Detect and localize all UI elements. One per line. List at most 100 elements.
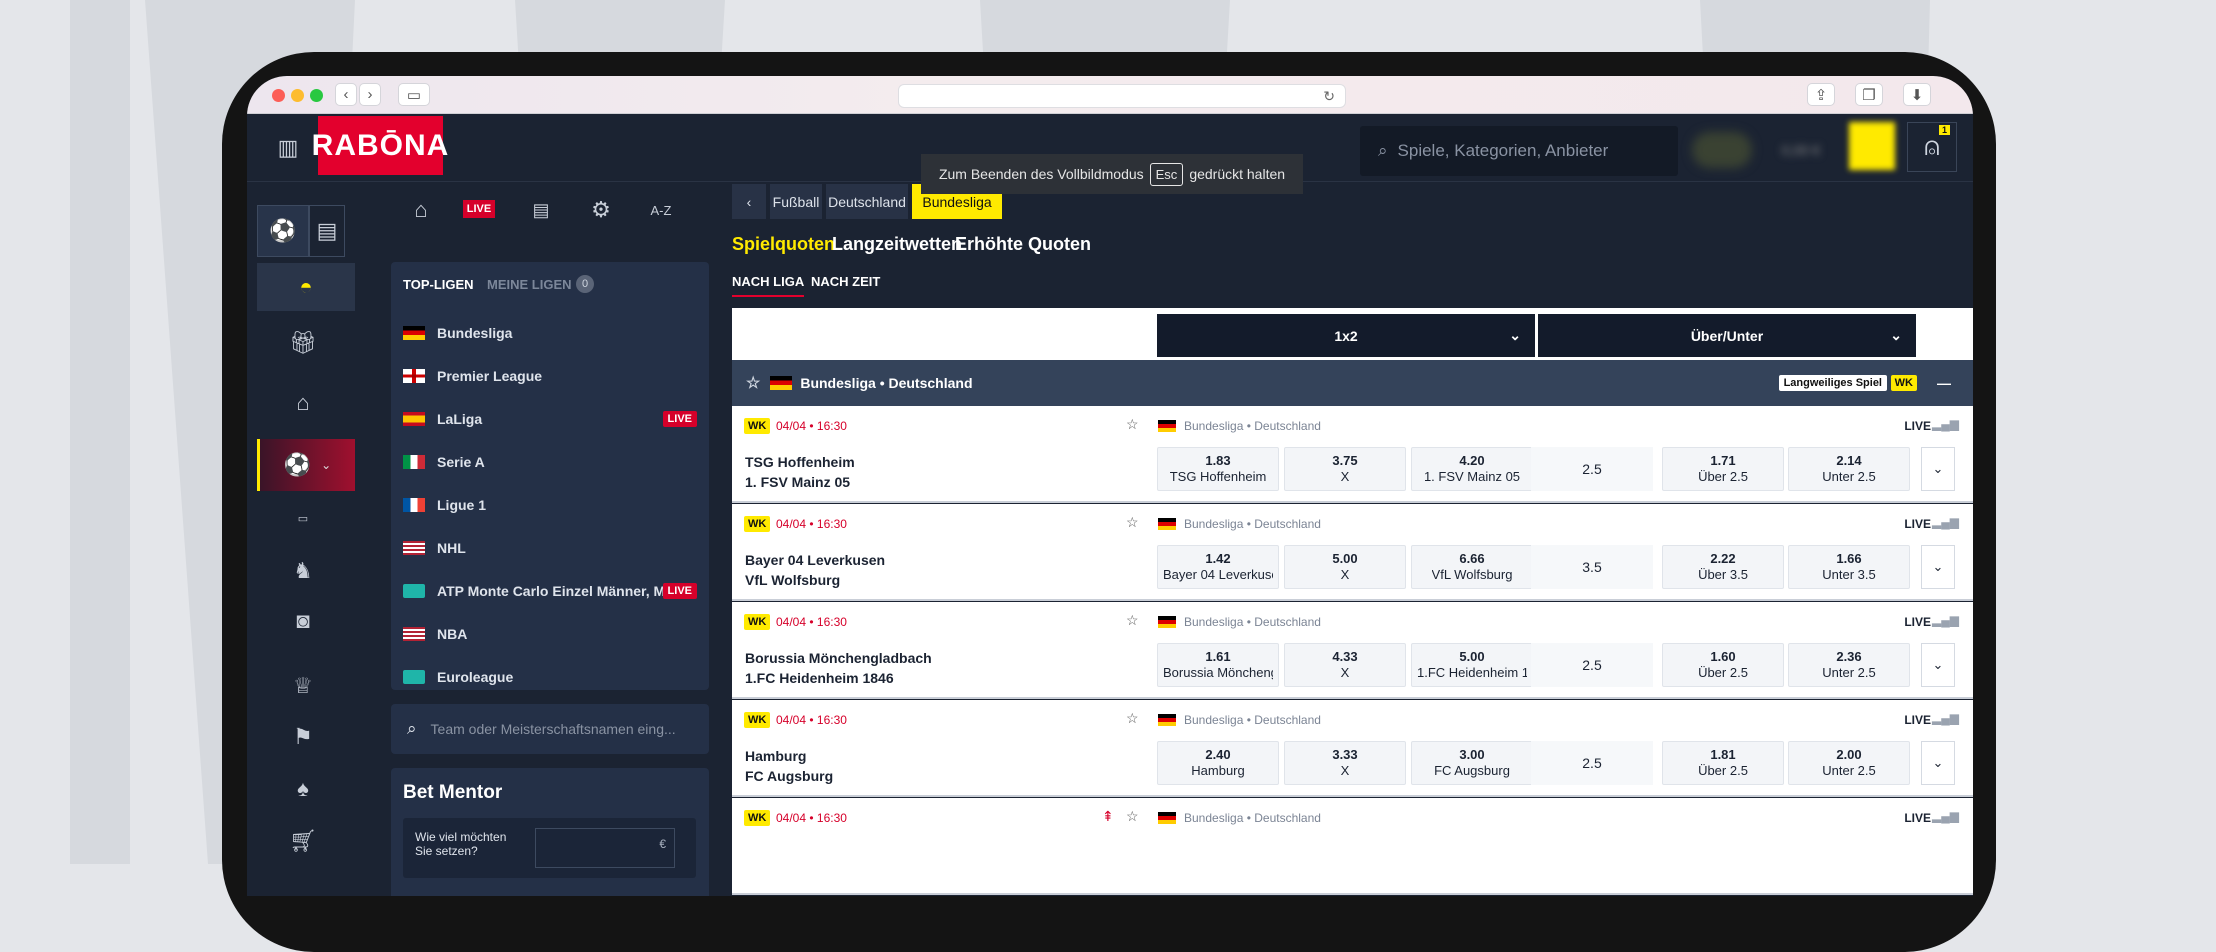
odds-button-away[interactable]: 6.66 VfL Wolfsburg xyxy=(1411,545,1533,589)
back-button[interactable]: ‹ xyxy=(335,83,357,106)
racing-flag-icon[interactable]: ⚑ xyxy=(277,719,329,755)
odds-button-draw[interactable]: 3.75 X xyxy=(1284,447,1406,491)
odds-button-over[interactable]: 1.71 Über 2.5 xyxy=(1662,447,1784,491)
expand-markets-button[interactable]: ⌄ xyxy=(1921,545,1955,589)
site-logo[interactable]: RABŌNA xyxy=(312,116,448,175)
calendar-tab-icon[interactable]: ▤ xyxy=(521,190,561,230)
odds-button-away[interactable]: 3.00 FC Augsburg xyxy=(1411,741,1533,785)
expand-markets-button[interactable]: ⌄ xyxy=(1921,447,1955,491)
stats-icon[interactable]: ▂▄▆ xyxy=(1932,809,1959,823)
az-tab[interactable]: A-Z xyxy=(641,190,681,230)
odds-button-away[interactable]: 5.001.FC Heidenheim 1846 xyxy=(1411,643,1533,687)
league-item[interactable]: ATP Monte Carlo Einzel Männer, M... LIVE xyxy=(391,569,709,612)
odds-button-over[interactable]: 2.22 Über 3.5 xyxy=(1662,545,1784,589)
odds-button-over[interactable]: 1.60 Über 2.5 xyxy=(1662,643,1784,687)
odds-button-home[interactable]: 2.40 Hamburg xyxy=(1157,741,1279,785)
league-item[interactable]: NBA xyxy=(391,612,709,655)
league-item[interactable]: LaLiga LIVE xyxy=(391,397,709,440)
download-icon[interactable]: ⬇ xyxy=(1903,83,1931,106)
star-icon[interactable]: ☆ xyxy=(746,373,760,393)
match-row[interactable]: WK 04/04 • 16:30 ⇞ ☆ Bundesliga • Deutsc… xyxy=(732,798,1973,895)
cards-icon[interactable]: ♠ xyxy=(277,771,329,807)
stats-icon[interactable]: ▂▄▆ xyxy=(1932,613,1959,627)
easter-promo-icon[interactable]: ◓ xyxy=(257,263,355,311)
football-nav-icon[interactable]: ⚽ ⌄ xyxy=(257,439,355,491)
favorite-star-icon[interactable]: ☆ xyxy=(1126,612,1139,629)
address-bar[interactable]: ↻ xyxy=(898,84,1346,108)
odds-button-under[interactable]: 2.00 Unter 2.5 xyxy=(1788,741,1910,785)
odds-button-home[interactable]: 1.42Bayer 04 Leverkusen xyxy=(1157,545,1279,589)
sidebar-toggle-icon[interactable]: ▭ xyxy=(398,83,430,106)
minimize-window-icon[interactable] xyxy=(291,89,304,102)
match-row[interactable]: WK 04/04 • 16:30 ☆ Bundesliga • Deutschl… xyxy=(732,700,1973,797)
stats-icon[interactable]: ▂▄▆ xyxy=(1932,515,1959,529)
tab-boosted-odds[interactable]: Erhöhte Quoten xyxy=(955,234,1091,255)
league-item[interactable]: Ligue 1 xyxy=(391,483,709,526)
favorite-star-icon[interactable]: ☆ xyxy=(1126,416,1139,433)
stats-icon[interactable]: ▂▄▆ xyxy=(1932,711,1959,725)
deposit-button[interactable] xyxy=(1849,122,1895,170)
breadcrumb-item[interactable]: Deutschland xyxy=(826,184,908,219)
casino-tab-icon[interactable]: ▤ xyxy=(309,205,345,257)
expand-markets-button[interactable]: ⌄ xyxy=(1921,643,1955,687)
reload-icon[interactable]: ↻ xyxy=(1323,88,1335,105)
favorite-star-icon[interactable]: ☆ xyxy=(1126,710,1139,727)
home-tab-icon[interactable]: ⌂ xyxy=(401,190,441,230)
menu-toggle-icon[interactable]: ▥ xyxy=(273,128,303,168)
trophy-icon[interactable]: ♕ xyxy=(277,668,329,704)
odds-button-draw[interactable]: 4.33 X xyxy=(1284,643,1406,687)
odds-button-home[interactable]: 1.83 TSG Hoffenheim xyxy=(1157,447,1279,491)
match-row[interactable]: WK 04/04 • 16:30 ☆ Bundesliga • Deutschl… xyxy=(732,406,1973,503)
market-select-over-under[interactable]: Über/Unter ⌄ xyxy=(1538,314,1916,357)
subtab-by-league[interactable]: NACH LIGA xyxy=(732,274,805,297)
favorite-star-icon[interactable]: ☆ xyxy=(1126,808,1139,825)
odds-button-under[interactable]: 2.36 Unter 2.5 xyxy=(1788,643,1910,687)
game-search-input[interactable]: ⌕ Spiele, Kategorien, Anbieter xyxy=(1360,126,1678,176)
tab-match-odds[interactable]: Spielquoten xyxy=(732,234,835,255)
live-tab[interactable]: LIVE xyxy=(463,200,495,218)
balance-display[interactable]: 0,00 € xyxy=(1767,132,1835,168)
shop-cart-icon[interactable]: 🛒︎ xyxy=(277,823,329,859)
horse-racing-icon[interactable]: ♞ xyxy=(277,553,329,589)
forward-button[interactable]: › xyxy=(359,83,381,106)
bonus-widget[interactable] xyxy=(1692,132,1752,168)
odds-button-draw[interactable]: 5.00 X xyxy=(1284,545,1406,589)
settings-icon[interactable]: ⚙ xyxy=(581,190,621,230)
sports-tab-icon[interactable]: ⚽ xyxy=(257,205,309,257)
collapse-icon[interactable]: — xyxy=(1937,375,1951,391)
tabs-icon[interactable]: ❐ xyxy=(1855,83,1883,106)
tab-top-leagues[interactable]: TOP-LIGEN xyxy=(403,277,474,292)
virtual-sports-icon[interactable]: ◙ xyxy=(277,603,329,639)
league-item[interactable]: NHL xyxy=(391,526,709,569)
subtab-by-time[interactable]: NACH ZEIT xyxy=(811,274,880,289)
stats-icon[interactable]: ▂▄▆ xyxy=(1932,417,1959,431)
odds-button-away[interactable]: 4.20 1. FSV Mainz 05 xyxy=(1411,447,1533,491)
odds-button-over[interactable]: 1.81 Über 2.5 xyxy=(1662,741,1784,785)
match-row[interactable]: WK 04/04 • 16:30 ☆ Bundesliga • Deutschl… xyxy=(732,602,1973,699)
home-icon[interactable]: ⌂ xyxy=(277,383,329,423)
account-button[interactable]: ⍝ 1 xyxy=(1907,122,1957,172)
match-row[interactable]: WK 04/04 • 16:30 ☆ Bundesliga • Deutschl… xyxy=(732,504,1973,601)
odds-button-under[interactable]: 2.14 Unter 2.5 xyxy=(1788,447,1910,491)
zoom-window-icon[interactable] xyxy=(310,89,323,102)
stake-input[interactable]: € xyxy=(535,828,675,868)
breadcrumb-back-button[interactable]: ‹ xyxy=(732,184,766,219)
league-group-header[interactable]: ☆ Bundesliga • Deutschland Langweiliges … xyxy=(732,360,1973,406)
odds-button-under[interactable]: 1.66 Unter 3.5 xyxy=(1788,545,1910,589)
live-nav-icon[interactable]: ▭ xyxy=(277,503,329,533)
team-search-input[interactable]: ⌕ Team oder Meisterschaftsnamen eing... xyxy=(391,704,709,754)
league-item[interactable]: Premier League xyxy=(391,354,709,397)
market-select-1x2[interactable]: 1x2 ⌄ xyxy=(1157,314,1535,357)
favorite-star-icon[interactable]: ☆ xyxy=(1126,514,1139,531)
gift-icon[interactable]: 🎁︎ xyxy=(277,323,329,363)
league-item[interactable]: Serie A xyxy=(391,440,709,483)
tab-outrights[interactable]: Langzeitwetten xyxy=(832,234,962,255)
league-item[interactable]: Euroleague xyxy=(391,655,709,698)
odds-button-home[interactable]: 1.61Borussia Mönchengladbach xyxy=(1157,643,1279,687)
league-item[interactable]: Bundesliga xyxy=(391,311,709,354)
close-window-icon[interactable] xyxy=(272,89,285,102)
breadcrumb-item[interactable]: Fußball xyxy=(770,184,822,219)
expand-markets-button[interactable]: ⌄ xyxy=(1921,741,1955,785)
share-icon[interactable]: ⇪ xyxy=(1807,83,1835,106)
tab-my-leagues[interactable]: MEINE LIGEN xyxy=(487,277,572,292)
